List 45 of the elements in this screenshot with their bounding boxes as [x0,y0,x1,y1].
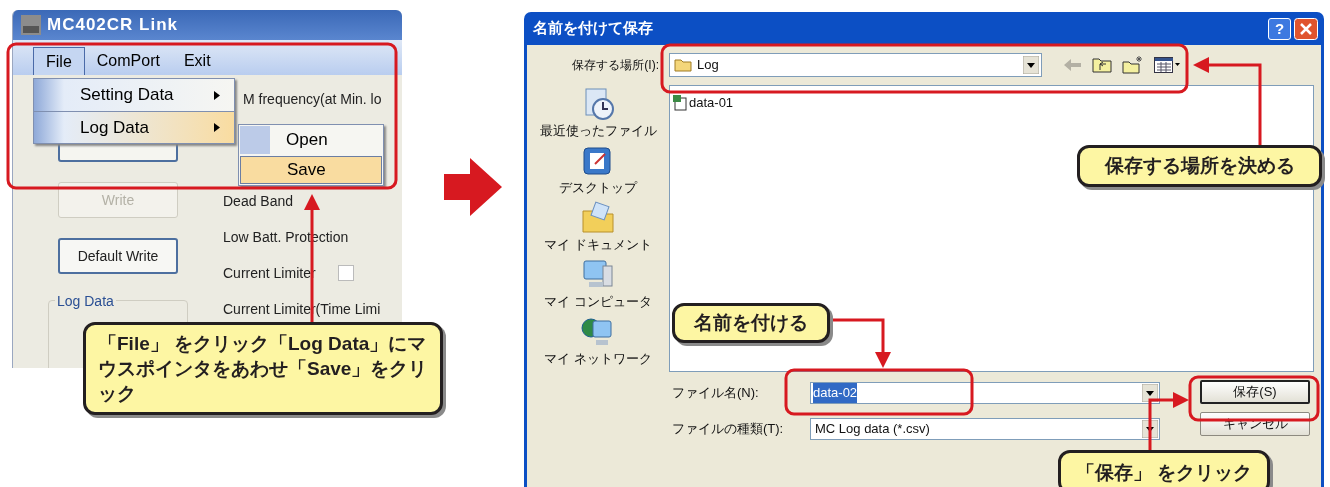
filetype-dropdown[interactable]: MC Log data (*.csv) [810,418,1160,440]
instruction-callout: 保存する場所を決める [1077,145,1322,187]
setting-label: Dead Band [223,191,294,211]
dialog-button[interactable]: 保存(S) [1200,380,1310,404]
folder-icon [581,200,615,235]
help-button[interactable]: ? [1268,17,1291,40]
push-button[interactable]: Default Write [58,238,178,274]
spreadsheet-file-icon [673,94,687,111]
close-icon[interactable] [1294,17,1318,40]
menu-item[interactable]: ComPort [84,47,172,75]
submenu-arrow-icon [214,123,220,132]
place-label[interactable]: マイ コンピュータ [544,291,652,311]
menu-entry[interactable]: Log Data [34,111,234,143]
place-label[interactable]: 最近使ったファイル [539,120,657,140]
location-label: 保存する場所(I): [571,57,660,74]
dropdown-caret-icon[interactable] [1023,56,1039,74]
up-folder-icon[interactable] [1092,57,1112,73]
place-label[interactable]: マイ ネットワーク [544,348,652,368]
filename-label: ファイル名(N): [672,384,760,403]
view-menu-icon[interactable] [1154,57,1180,73]
submenu-arrow-icon [214,90,220,100]
instruction-callout: 「保存」 をクリック [1058,450,1270,487]
checkbox[interactable] [337,265,354,281]
dialog-title: 名前を付けて保存 [533,18,653,39]
setting-label: M frequency(at Min. lo [243,89,382,109]
pointer-arrow [832,318,891,368]
menu-entry[interactable]: Save [240,156,382,184]
instruction-callout: 「File」 をクリック「Log Data」にマウスポインタをあわせ「Save」をクリック [83,322,443,415]
list-entry[interactable]: data-01 [672,93,735,113]
right-arrow-icon [444,158,502,216]
location-dropdown[interactable]: Log [669,53,1042,77]
place-label[interactable]: デスクトップ [559,177,637,197]
instruction-callout: 名前を付ける [672,303,830,343]
folder-icon [674,58,692,72]
menu-entry[interactable]: Setting Data [34,79,234,111]
window-title: MC402CR Link [47,14,179,37]
menu-item[interactable]: File [33,47,85,75]
filetype-label: ファイルの種類(T): [672,420,785,439]
new-folder-icon[interactable] [1122,56,1144,74]
dropdown-caret-icon[interactable] [1142,384,1158,402]
pointer-arrow [1148,392,1189,450]
filename-field[interactable]: data-02 [810,382,1160,404]
menu-item[interactable]: Exit [171,47,223,75]
place-label[interactable]: マイ ドキュメント [544,234,652,254]
app-icon [21,15,41,35]
